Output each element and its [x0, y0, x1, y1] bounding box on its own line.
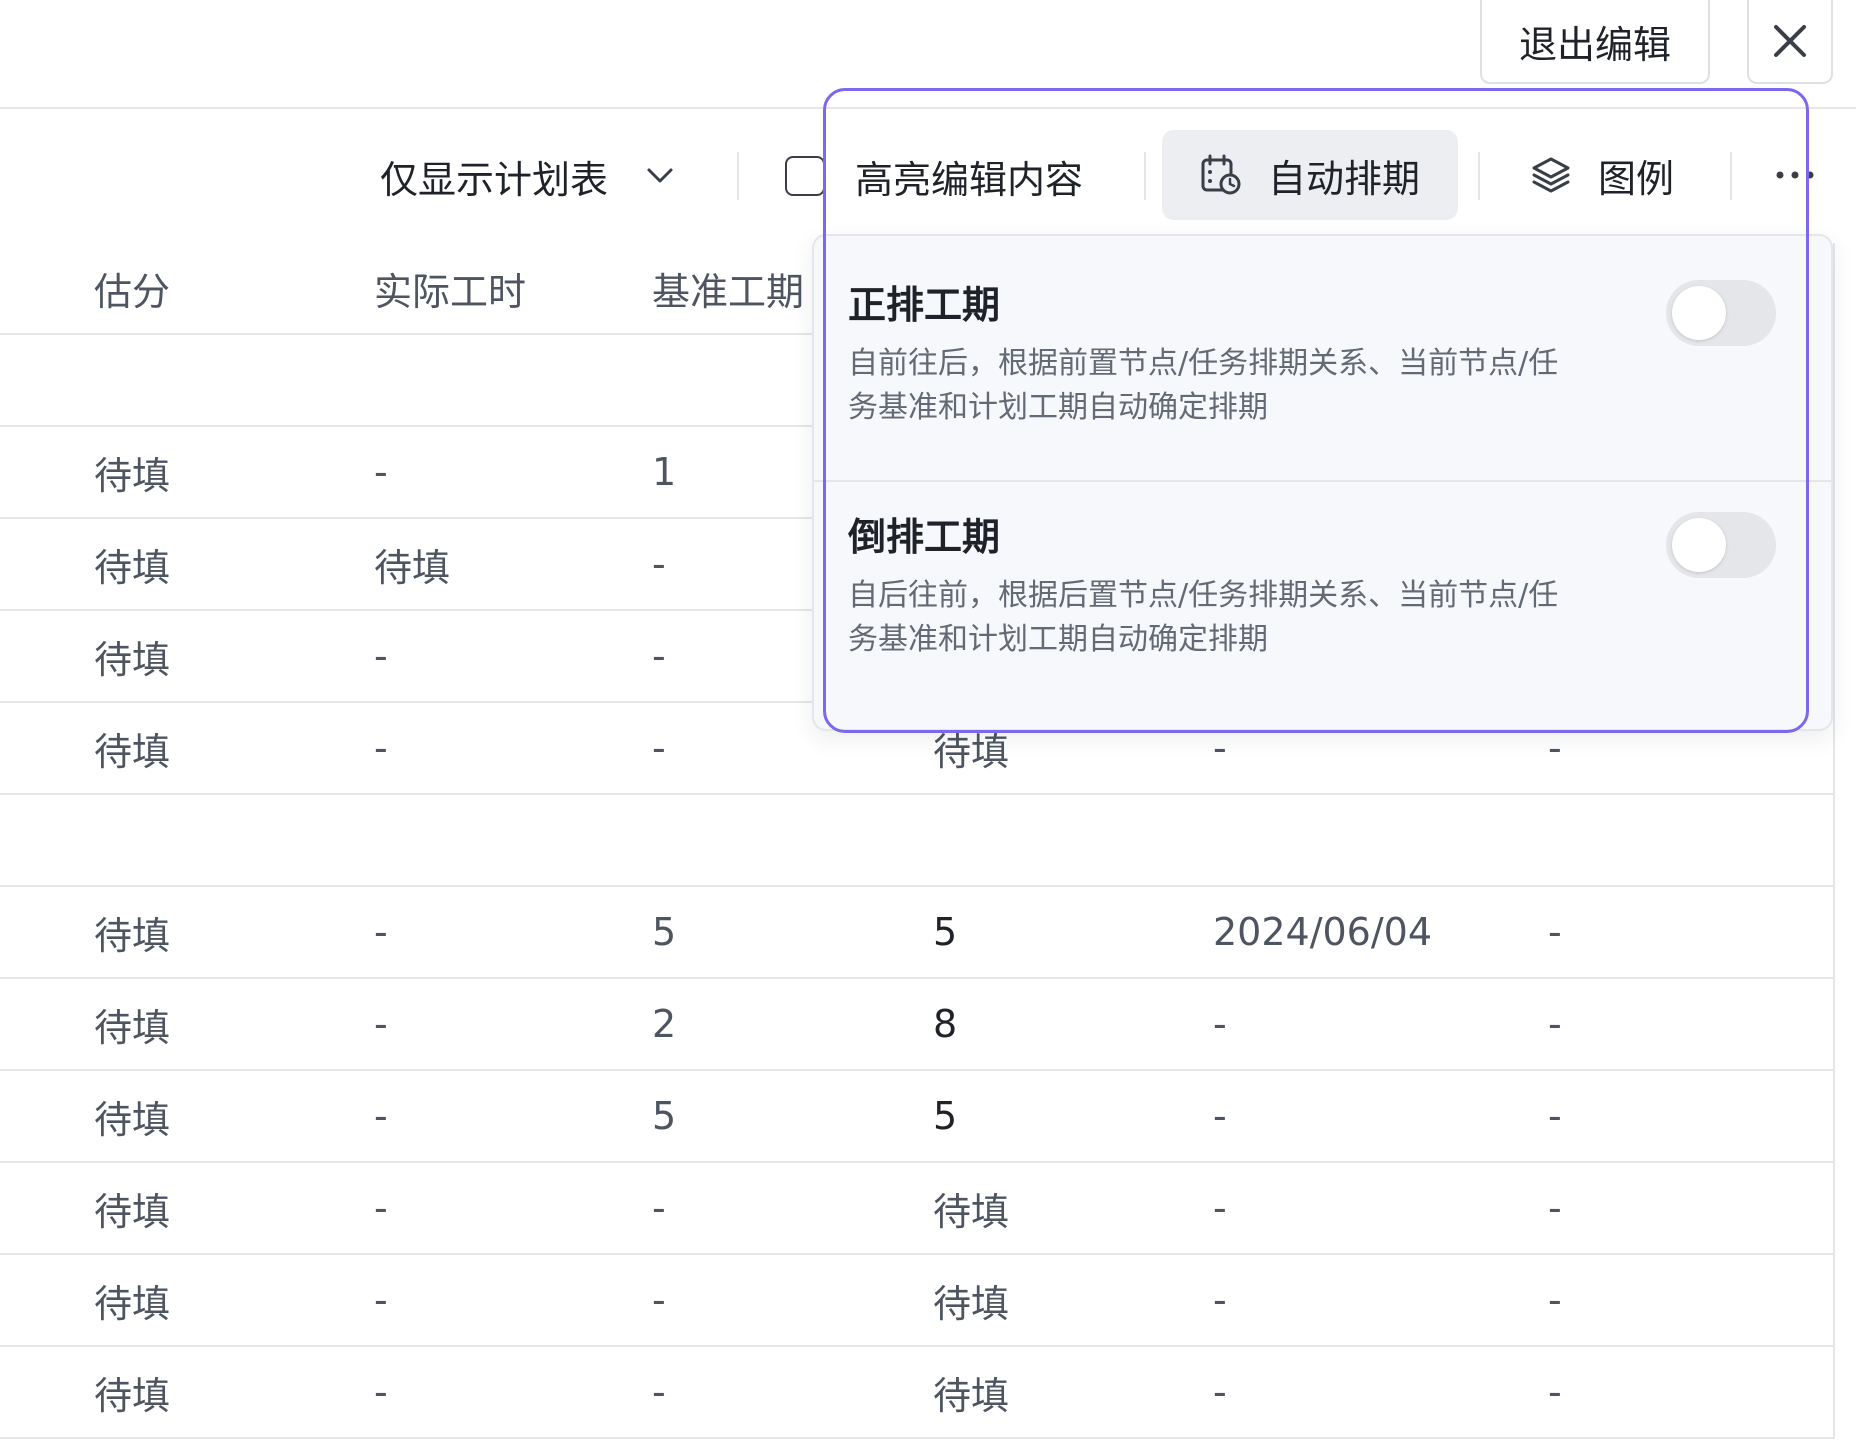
table-cell[interactable]: -	[1213, 1255, 1227, 1345]
table-cell[interactable]: -	[1548, 1071, 1562, 1161]
more-button[interactable]	[1770, 130, 1820, 220]
layers-icon	[1530, 154, 1572, 196]
table-cell[interactable]: 待填	[94, 1255, 170, 1345]
column-header[interactable]: 实际工时	[374, 243, 526, 333]
table-cell[interactable]: 待填	[374, 519, 450, 609]
table-cell[interactable]: -	[1548, 887, 1562, 977]
table-cell[interactable]: 1	[652, 427, 676, 517]
table-cell[interactable]: -	[1213, 1071, 1227, 1161]
option-description: 自后往前，根据后置节点/任务排期关系、当前节点/任务基准和计划工期自动确定排期	[848, 578, 1559, 657]
view-select[interactable]: 仅显示计划表	[380, 110, 674, 242]
backward-schedule-option: 倒排工期 自后往前，根据后置节点/任务排期关系、当前节点/任务基准和计划工期自动…	[848, 506, 1768, 662]
highlight-label: 高亮编辑内容	[855, 157, 1084, 202]
table-cell[interactable]: 待填	[94, 703, 170, 793]
table-cell[interactable]: -	[1548, 1347, 1562, 1437]
table-cell[interactable]: 5	[652, 1071, 676, 1161]
highlight-checkbox[interactable]	[785, 156, 825, 196]
option-title: 倒排工期	[848, 514, 1001, 559]
table-cell[interactable]: 待填	[94, 887, 170, 977]
option-title: 正排工期	[848, 282, 1001, 327]
table-row[interactable]: 待填 - 5 5 2024/06/04 -	[0, 887, 1833, 979]
table-cell[interactable]: -	[374, 979, 388, 1069]
toolbar-divider	[1730, 152, 1732, 200]
view-select-label: 仅显示计划表	[380, 157, 609, 202]
legend-label: 图例	[1598, 156, 1675, 201]
table-cell[interactable]: 待填	[94, 1347, 170, 1437]
table-cell[interactable]: -	[652, 703, 666, 793]
toolbar-divider	[1144, 152, 1146, 200]
option-description: 自前往后，根据前置节点/任务排期关系、当前节点/任务基准和计划工期自动确定排期	[848, 346, 1559, 425]
table-cell[interactable]: 待填	[933, 1347, 1009, 1437]
table-cell[interactable]: 待填	[94, 1071, 170, 1161]
table-cell[interactable]: -	[652, 1255, 666, 1345]
toolbar: 仅显示计划表 高亮编辑内容 自动排期 图例	[0, 110, 1856, 242]
table-cell[interactable]: -	[374, 427, 388, 517]
column-header[interactable]: 估分	[94, 243, 170, 333]
table-cell[interactable]: -	[652, 1163, 666, 1253]
table-cell[interactable]: -	[1548, 1255, 1562, 1345]
table-cell[interactable]: 待填	[94, 1163, 170, 1253]
highlight-edit-toggle[interactable]: 高亮编辑内容	[785, 110, 1083, 242]
table-cell[interactable]: -	[374, 1071, 388, 1161]
table-cell[interactable]: 5	[652, 887, 676, 977]
table-cell[interactable]: 2	[652, 979, 676, 1069]
backward-schedule-toggle[interactable]	[1666, 512, 1776, 578]
table-cell[interactable]: -	[374, 887, 388, 977]
toolbar-divider	[1478, 152, 1480, 200]
toolbar-divider	[737, 152, 739, 200]
table-cell[interactable]: -	[652, 519, 666, 609]
legend-button[interactable]: 图例	[1530, 130, 1674, 220]
calendar-clock-icon	[1200, 154, 1242, 196]
table-row[interactable]: 待填 - 2 8 - -	[0, 979, 1833, 1071]
table-cell[interactable]: 待填	[94, 979, 170, 1069]
table-cell[interactable]: 待填	[933, 1255, 1009, 1345]
table-cell[interactable]: 8	[933, 979, 957, 1069]
table-cell[interactable]: 2024/06/04	[1213, 887, 1432, 977]
table-cell[interactable]: 待填	[94, 611, 170, 701]
table-cell[interactable]: -	[1548, 979, 1562, 1069]
table-cell[interactable]: 5	[933, 887, 957, 977]
table-cell[interactable]: -	[652, 1347, 666, 1437]
exit-edit-button[interactable]: 退出编辑	[1480, 0, 1710, 84]
table-cell[interactable]: 5	[933, 1071, 957, 1161]
table-cell[interactable]: -	[1213, 979, 1227, 1069]
table-cell[interactable]: -	[652, 611, 666, 701]
forward-schedule-option: 正排工期 自前往后，根据前置节点/任务排期关系、当前节点/任务基准和计划工期自动…	[848, 274, 1768, 430]
option-divider	[814, 480, 1831, 482]
top-bar: 退出编辑	[0, 0, 1856, 109]
table-row[interactable]: 待填 - - 待填 - -	[0, 1255, 1833, 1347]
close-button[interactable]	[1747, 0, 1833, 84]
column-header[interactable]: 基准工期	[652, 243, 804, 333]
table-cell[interactable]: -	[1213, 1163, 1227, 1253]
table-row[interactable]: 待填 - - 待填 - -	[0, 1347, 1833, 1439]
table-cell[interactable]: -	[374, 1163, 388, 1253]
table-cell[interactable]: -	[374, 611, 388, 701]
auto-schedule-label: 自动排期	[1267, 156, 1420, 201]
table-cell[interactable]: -	[1548, 1163, 1562, 1253]
table-cell[interactable]: -	[374, 703, 388, 793]
more-icon	[1776, 171, 1814, 179]
toggle-knob	[1672, 518, 1726, 572]
table-cell[interactable]: -	[374, 1255, 388, 1345]
table-cell[interactable]: -	[1213, 1347, 1227, 1437]
auto-schedule-button[interactable]: 自动排期	[1162, 130, 1458, 220]
table-row[interactable]: 待填 - 5 5 - -	[0, 1071, 1833, 1163]
close-icon	[1774, 25, 1806, 57]
auto-schedule-dropdown: 正排工期 自前往后，根据前置节点/任务排期关系、当前节点/任务基准和计划工期自动…	[812, 234, 1833, 731]
table-cell[interactable]: 待填	[933, 1163, 1009, 1253]
toggle-knob	[1672, 286, 1726, 340]
table-cell[interactable]: 待填	[94, 519, 170, 609]
forward-schedule-toggle[interactable]	[1666, 280, 1776, 346]
table-cell[interactable]: -	[374, 1347, 388, 1437]
table-cell[interactable]: 待填	[94, 427, 170, 517]
table-row[interactable]: 待填 - - 待填 - -	[0, 1163, 1833, 1255]
chevron-down-icon	[646, 167, 674, 185]
table-row[interactable]	[0, 795, 1833, 887]
